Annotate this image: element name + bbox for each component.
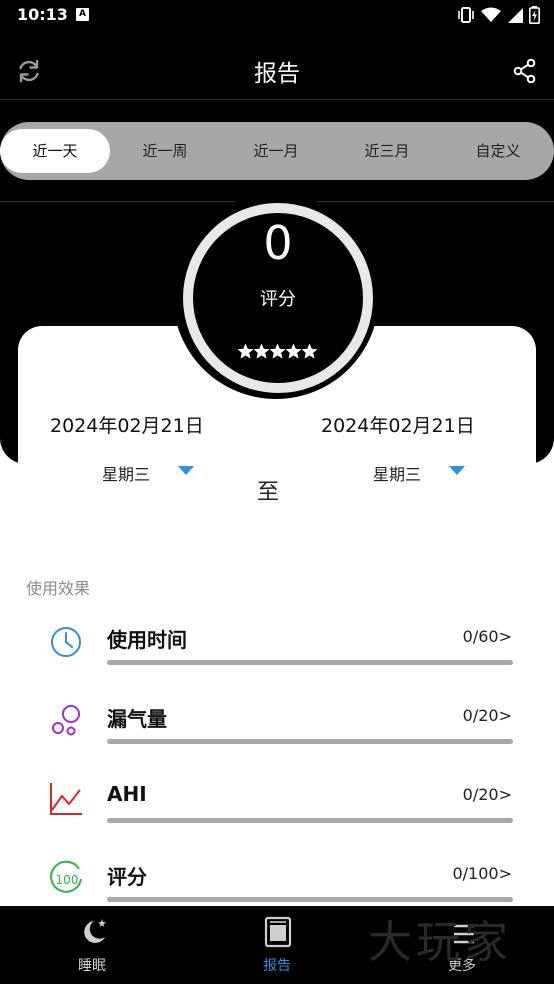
metric-value[interactable]: 0/60> — [463, 627, 512, 646]
metric-name: 使用时间 — [107, 628, 187, 652]
progress-bar — [107, 818, 513, 823]
nav-sleep[interactable]: 睡眠 — [0, 906, 184, 984]
status-icons — [457, 6, 540, 24]
line-chart-icon — [50, 783, 82, 815]
star-icon — [302, 344, 317, 359]
score-label: 评分 — [260, 289, 296, 310]
metric-usage-time[interactable]: 使用时间 0/60> — [0, 622, 554, 682]
tab-one-day[interactable]: 近一天 — [0, 129, 110, 173]
report-icon — [264, 916, 292, 948]
page-title: 报告 — [254, 61, 300, 87]
score-stars — [238, 344, 318, 362]
metric-name: 漏气量 — [107, 707, 167, 731]
progress-bar — [107, 739, 513, 744]
end-date-dropdown-icon[interactable] — [449, 466, 465, 475]
period-tabs: 近一天 近一周 近一月 近三月 自定义 — [0, 122, 554, 180]
start-date[interactable]: 2024年02月21日 — [50, 411, 204, 438]
tab-one-month[interactable]: 近一月 — [221, 129, 331, 173]
metric-air-leak[interactable]: 漏气量 0/20> — [0, 701, 554, 761]
share-icon[interactable] — [512, 58, 538, 84]
section-title: 使用效果 — [26, 579, 91, 598]
star-icon — [286, 344, 301, 359]
bubbles-icon — [52, 705, 80, 736]
metric-value[interactable]: 0/100> — [452, 864, 512, 883]
metric-value[interactable]: 0/20> — [463, 785, 512, 804]
status-time: 10:13 — [17, 5, 68, 24]
progress-bar — [107, 660, 513, 665]
metric-name: AHI — [107, 782, 147, 806]
metric-value[interactable]: 0/20> — [463, 706, 512, 725]
moon-star-icon — [84, 919, 106, 943]
metric-ahi[interactable]: AHI 0/20> — [0, 780, 554, 840]
clock-icon — [51, 627, 81, 657]
star-icon — [270, 344, 285, 359]
score-value: 0 — [263, 216, 293, 270]
notification-icon: A — [76, 8, 89, 21]
start-weekday: 星期三 — [102, 465, 151, 484]
nav-label: 报告 — [263, 958, 291, 974]
app-header: 报告 — [0, 30, 554, 100]
watermark: 大玩家 — [368, 917, 512, 968]
star-icon — [254, 344, 269, 359]
tab-custom[interactable]: 自定义 — [443, 129, 553, 173]
battery-icon — [529, 6, 540, 24]
tab-three-months[interactable]: 近三月 — [332, 129, 442, 173]
signal-icon — [508, 8, 523, 23]
end-date[interactable]: 2024年02月21日 — [321, 411, 475, 438]
end-weekday: 星期三 — [373, 465, 422, 484]
score-100-icon: 100 — [50, 860, 82, 893]
vibrate-icon — [458, 7, 474, 23]
tab-one-week[interactable]: 近一周 — [110, 129, 220, 173]
nav-label: 睡眠 — [78, 958, 106, 974]
nav-report[interactable]: 报告 — [185, 906, 369, 984]
star-icon — [238, 344, 253, 359]
progress-bar — [107, 897, 513, 902]
wifi-icon — [481, 7, 501, 22]
svg-text:100: 100 — [56, 873, 79, 887]
metric-name: 评分 — [107, 865, 147, 889]
status-bar: 10:13 A — [0, 0, 554, 30]
date-separator: 至 — [257, 480, 280, 505]
start-date-dropdown-icon[interactable] — [178, 466, 194, 475]
